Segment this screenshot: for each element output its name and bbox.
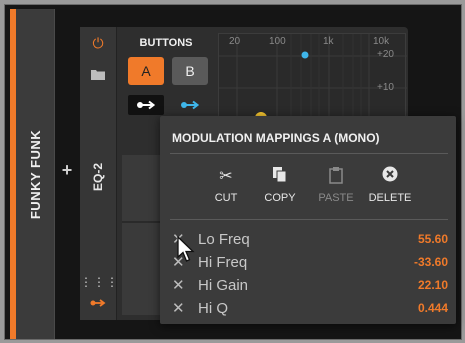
freq-label-1k: 1k	[323, 36, 334, 47]
copy-action[interactable]: COPY	[250, 166, 310, 204]
remove-mapping-icon[interactable]: ✕	[172, 276, 188, 294]
remove-mapping-icon[interactable]: ✕	[172, 299, 188, 317]
mouse-cursor-icon	[177, 236, 195, 262]
eq-band-point-hi	[301, 51, 309, 59]
add-device-button[interactable]: +	[60, 161, 74, 179]
eq-display[interactable]: 20 100 1k 10k +20 +10	[218, 33, 407, 130]
delete-action[interactable]: DELETE	[360, 166, 420, 204]
folder-icon[interactable]	[80, 67, 116, 85]
modulation-source-a[interactable]	[128, 95, 164, 115]
gain-label-10: +10	[377, 82, 394, 93]
track-color-bar	[10, 9, 16, 339]
popup-divider-2	[170, 219, 448, 220]
panel-title: BUTTONS	[139, 37, 193, 49]
popup-title: MODULATION MAPPINGS A (MONO)	[172, 131, 380, 145]
mapping-row[interactable]: ✕ Hi Freq -33.60	[172, 252, 448, 272]
paste-action[interactable]: PASTE	[306, 166, 366, 204]
track-header[interactable]: FUNKY FUNK	[10, 9, 55, 339]
popup-divider	[170, 153, 448, 154]
grid-dots-icon[interactable]: ⋮⋮⋮	[80, 275, 118, 289]
track-name: FUNKY FUNK	[28, 129, 44, 219]
modulation-mappings-popup: MODULATION MAPPINGS A (MONO) ✂ CUT COPY …	[160, 116, 456, 324]
modulation-source-b[interactable]	[172, 95, 208, 115]
button-b[interactable]: B	[172, 57, 208, 85]
device-name: EQ-2	[90, 162, 105, 192]
mapping-row[interactable]: ✕ Lo Freq 55.60	[172, 229, 448, 249]
copy-icon	[250, 166, 310, 188]
mapping-row[interactable]: ✕ Hi Q 0.444	[172, 298, 448, 318]
gain-label-20: +20	[377, 49, 394, 60]
delete-icon	[360, 166, 420, 188]
mapping-row[interactable]: ✕ Hi Gain 22.10	[172, 275, 448, 295]
freq-label-10k: 10k	[373, 36, 390, 47]
freq-label-20: 20	[229, 36, 241, 47]
cut-action[interactable]: ✂ CUT	[196, 166, 256, 204]
scissors-icon: ✂	[219, 168, 233, 185]
modulation-arrow-icon[interactable]	[80, 295, 116, 313]
freq-label-100: 100	[269, 36, 286, 47]
paste-icon	[306, 166, 366, 188]
power-icon[interactable]: ⏻	[80, 35, 116, 52]
device-sidebar: ⏻ EQ-2 ⋮⋮⋮	[80, 27, 118, 320]
button-a[interactable]: A	[128, 57, 164, 85]
